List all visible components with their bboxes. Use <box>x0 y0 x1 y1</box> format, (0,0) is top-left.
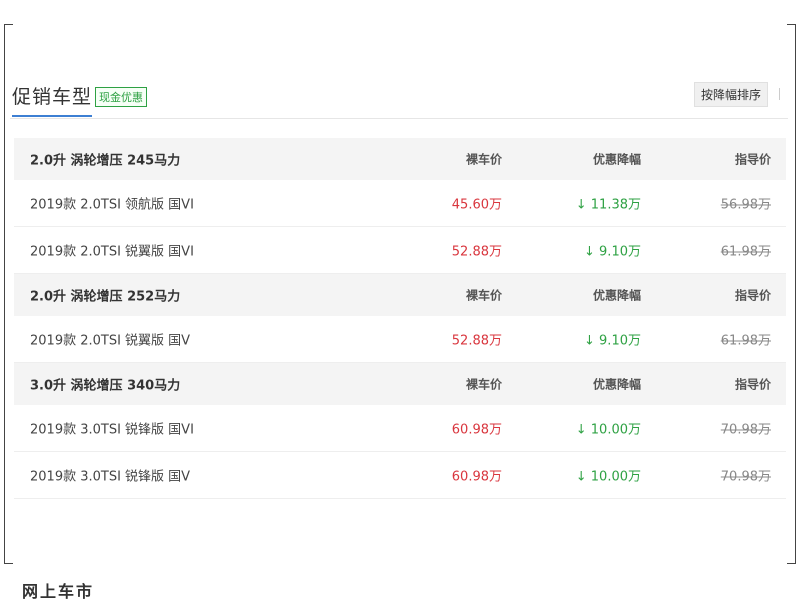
site-watermark: 网上车市 <box>22 582 95 601</box>
guide-price: 61.98万 <box>720 333 771 349</box>
col-header-price: 裸车价 <box>465 377 502 392</box>
promo-header: 促销车型 现金优惠 按降幅排序 <box>10 82 788 119</box>
model-name[interactable]: 2019款 2.0TSI 领航版 国VI <box>30 194 194 213</box>
col-header-price: 裸车价 <box>465 152 502 167</box>
col-header-price: 裸车价 <box>465 288 502 303</box>
model-name[interactable]: 2019款 2.0TSI 锐翼版 国VI <box>30 241 194 260</box>
guide-price: 70.98万 <box>720 422 771 438</box>
sort-toggle-divider <box>779 88 786 100</box>
col-header-discount: 优惠降幅 <box>592 288 641 303</box>
sort-by-discount-button[interactable]: 按降幅排序 <box>693 82 768 107</box>
guide-price: 70.98万 <box>720 469 771 485</box>
guide-price: 61.98万 <box>720 244 771 260</box>
engine-spec: 2.0升 涡轮增压 245马力 <box>30 153 181 169</box>
col-header-guide-price: 指导价 <box>734 152 771 167</box>
discount-amount: ↓ 9.10万 <box>584 333 641 349</box>
promo-table: 2.0升 涡轮增压 245马力 裸车价 优惠降幅 指导价 2019款 2.0TS… <box>14 138 786 499</box>
model-row[interactable]: 2019款 2.0TSI 领航版 国VI 45.60万 ↓ 11.38万 56.… <box>14 180 786 227</box>
bare-price: 60.98万 <box>451 422 502 438</box>
discount-amount: ↓ 10.00万 <box>575 469 641 485</box>
guide-price: 56.98万 <box>720 197 771 213</box>
model-name[interactable]: 2019款 2.0TSI 锐翼版 国V <box>30 330 190 349</box>
col-header-discount: 优惠降幅 <box>592 377 641 392</box>
model-row[interactable]: 2019款 2.0TSI 锐翼版 国V 52.88万 ↓ 9.10万 61.98… <box>14 316 786 363</box>
col-header-discount: 优惠降幅 <box>592 152 641 167</box>
engine-group-header: 2.0升 涡轮增压 252马力 裸车价 优惠降幅 指导价 <box>14 274 786 316</box>
bare-price: 52.88万 <box>451 244 502 260</box>
discount-amount: ↓ 9.10万 <box>584 244 641 260</box>
bare-price: 60.98万 <box>451 469 502 485</box>
model-row[interactable]: 2019款 3.0TSI 锐锋版 国VI 60.98万 ↓ 10.00万 70.… <box>14 405 786 452</box>
col-header-guide-price: 指导价 <box>734 288 771 303</box>
engine-spec: 2.0升 涡轮增压 252马力 <box>30 289 181 305</box>
bare-price: 52.88万 <box>451 333 502 349</box>
model-row[interactable]: 2019款 3.0TSI 锐锋版 国V 60.98万 ↓ 10.00万 70.9… <box>14 452 786 499</box>
engine-group-header: 3.0升 涡轮增压 340马力 裸车价 优惠降幅 指导价 <box>14 363 786 405</box>
tab-promo-models[interactable]: 促销车型 <box>12 82 93 117</box>
model-name[interactable]: 2019款 3.0TSI 锐锋版 国V <box>30 466 190 485</box>
discount-amount: ↓ 10.00万 <box>575 422 641 438</box>
bare-price: 45.60万 <box>451 197 502 213</box>
col-header-guide-price: 指导价 <box>734 377 771 392</box>
model-name[interactable]: 2019款 3.0TSI 锐锋版 国VI <box>30 419 194 438</box>
cash-discount-badge: 现金优惠 <box>95 87 147 107</box>
engine-spec: 3.0升 涡轮增压 340马力 <box>30 378 181 394</box>
engine-group-header: 2.0升 涡轮增压 245马力 裸车价 优惠降幅 指导价 <box>14 138 786 180</box>
discount-amount: ↓ 11.38万 <box>575 197 641 213</box>
model-row[interactable]: 2019款 2.0TSI 锐翼版 国VI 52.88万 ↓ 9.10万 61.9… <box>14 227 786 274</box>
